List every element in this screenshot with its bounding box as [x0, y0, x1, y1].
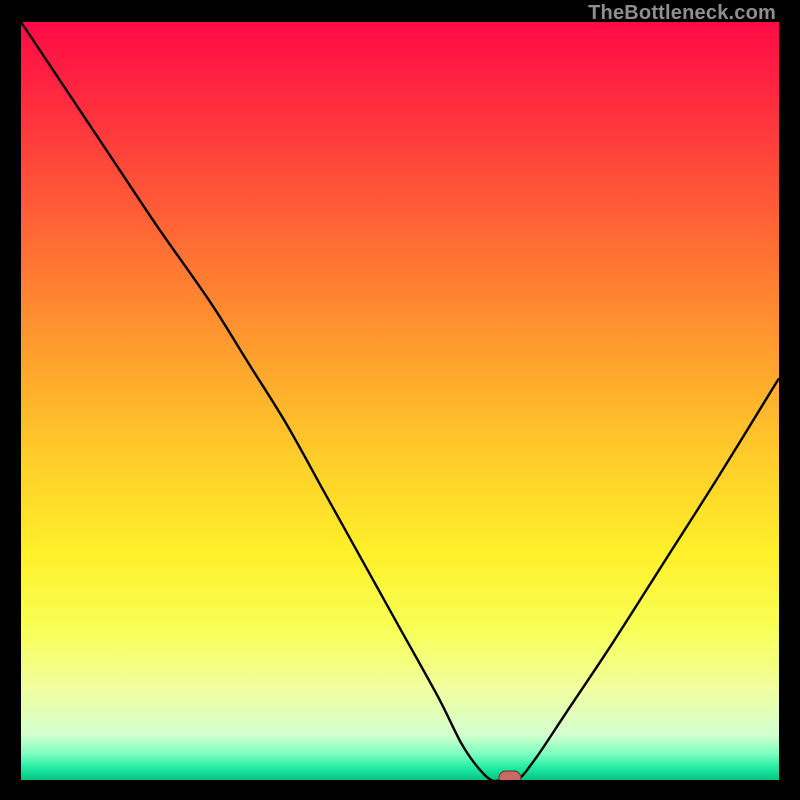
optimal-point-marker: [499, 771, 521, 780]
bottleneck-curve: [21, 22, 779, 780]
chart-stage: TheBottleneck.com: [0, 0, 800, 800]
plot-area: [21, 22, 779, 780]
watermark-text: TheBottleneck.com: [588, 2, 776, 25]
bottleneck-curve-layer: [21, 22, 779, 780]
